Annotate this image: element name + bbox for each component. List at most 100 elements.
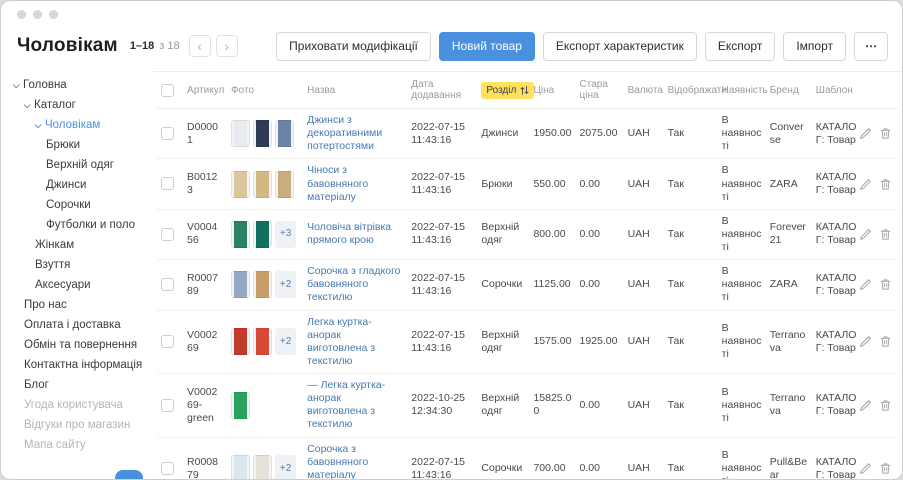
more-photos-badge[interactable]: +3 <box>275 221 296 248</box>
delete-icon[interactable] <box>879 178 892 191</box>
sidebar-item-5[interactable]: Джинси <box>1 175 153 195</box>
section-cell: Верхній одяг <box>477 209 529 259</box>
product-photo[interactable] <box>275 171 294 198</box>
delete-icon[interactable] <box>879 335 892 348</box>
product-name-link[interactable]: Джинси з декоративними потертостями <box>307 114 382 152</box>
sidebar-item-10[interactable]: Аксесуари <box>1 275 153 295</box>
delete-icon[interactable] <box>879 278 892 291</box>
sidebar-item-18[interactable]: Мапа сайту <box>1 435 153 455</box>
new-product-button[interactable]: Новий товар <box>439 32 535 61</box>
edit-icon[interactable] <box>859 127 872 140</box>
edit-icon[interactable] <box>859 462 872 475</box>
product-name-link[interactable]: Сорочка з бавовняного матеріалу притален… <box>307 443 395 480</box>
column-header-3[interactable]: Дата додавання <box>407 72 477 109</box>
column-header-8[interactable]: Відображати <box>664 72 718 109</box>
edit-icon[interactable] <box>859 278 872 291</box>
import-button[interactable]: Імпорт <box>783 32 846 61</box>
product-photo[interactable] <box>275 120 294 147</box>
product-photo[interactable] <box>253 120 272 147</box>
row-checkbox[interactable] <box>161 278 174 291</box>
product-name-link[interactable]: — Легка куртка-анорак виготовлена з текс… <box>307 379 385 430</box>
sidebar-item-label: Про нас <box>24 299 67 311</box>
sidebar-item-label: Оплата і доставка <box>24 319 121 331</box>
edit-icon[interactable] <box>859 399 872 412</box>
column-header-0[interactable]: Артикул <box>183 72 227 109</box>
column-header-9[interactable]: Наявність <box>718 72 766 109</box>
window-close-button[interactable] <box>17 10 26 19</box>
product-name-link[interactable]: Сорочка з гладкого бавовняного текстилю <box>307 265 400 303</box>
sidebar-item-12[interactable]: Оплата і доставка <box>1 315 153 335</box>
column-header-10[interactable]: Бренд <box>766 72 812 109</box>
product-photo[interactable] <box>231 221 250 248</box>
delete-icon[interactable] <box>879 462 892 475</box>
column-header-1[interactable]: Фото <box>227 72 303 109</box>
product-photo[interactable] <box>231 392 250 419</box>
export-attributes-button[interactable]: Експорт характеристик <box>543 32 697 61</box>
row-checkbox[interactable] <box>161 462 174 475</box>
product-photo[interactable] <box>253 171 272 198</box>
product-photo[interactable] <box>253 455 272 480</box>
window-minimize-button[interactable] <box>33 10 42 19</box>
column-header-2[interactable]: Назва <box>303 72 407 109</box>
price-cell: 1950.00 <box>529 109 575 159</box>
column-header-4[interactable]: Розділ <box>477 72 529 109</box>
sidebar-item-17[interactable]: Відгуки про магазин <box>1 415 153 435</box>
date-added-cell: 2022-07-1511:43:16 <box>407 437 477 480</box>
more-photos-badge[interactable]: +2 <box>275 455 296 480</box>
sidebar-item-label: Джинси <box>46 179 86 191</box>
chevron-down-icon <box>13 81 20 88</box>
sidebar-item-16[interactable]: Угода користувача <box>1 395 153 415</box>
row-checkbox[interactable] <box>161 399 174 412</box>
prev-page-button[interactable]: ‹ <box>189 35 211 57</box>
more-photos-badge[interactable]: +2 <box>275 271 296 298</box>
sidebar-item-4[interactable]: Верхній одяг <box>1 155 153 175</box>
product-photo[interactable] <box>253 271 272 298</box>
delete-icon[interactable] <box>879 127 892 140</box>
sidebar-item-2[interactable]: Чоловікам <box>1 115 153 135</box>
product-name-link[interactable]: Легка куртка-анорак виготовлена з тексти… <box>307 316 375 367</box>
delete-icon[interactable] <box>879 228 892 241</box>
sidebar-item-9[interactable]: Взуття <box>1 255 153 275</box>
more-photos-badge[interactable]: +2 <box>275 328 296 355</box>
sidebar-item-0[interactable]: Головна <box>1 75 153 95</box>
row-checkbox[interactable] <box>161 177 174 190</box>
row-checkbox[interactable] <box>161 127 174 140</box>
column-header-7[interactable]: Валюта <box>624 72 664 109</box>
edit-icon[interactable] <box>859 228 872 241</box>
product-photo[interactable] <box>231 171 250 198</box>
product-photo[interactable] <box>253 328 272 355</box>
edit-icon[interactable] <box>859 178 872 191</box>
product-name-link[interactable]: Чіноси з бавовняного матеріалу <box>307 164 368 202</box>
sidebar-item-11[interactable]: Про нас <box>1 295 153 315</box>
product-photo[interactable] <box>231 271 250 298</box>
sidebar-item-8[interactable]: Жінкам <box>1 235 153 255</box>
next-page-button[interactable]: › <box>216 35 238 57</box>
window-maximize-button[interactable] <box>49 10 58 19</box>
sidebar-item-6[interactable]: Сорочки <box>1 195 153 215</box>
product-photo[interactable] <box>231 455 250 480</box>
sidebar-item-7[interactable]: Футболки и поло <box>1 215 153 235</box>
chat-widget-button[interactable] <box>115 470 143 480</box>
pagination-total: з 18 <box>159 40 179 52</box>
column-header-11[interactable]: Шаблон <box>812 72 864 109</box>
delete-icon[interactable] <box>879 399 892 412</box>
sidebar-item-15[interactable]: Блог <box>1 375 153 395</box>
row-checkbox[interactable] <box>161 335 174 348</box>
edit-icon[interactable] <box>859 335 872 348</box>
export-button[interactable]: Експорт <box>705 32 775 61</box>
product-photo[interactable] <box>231 328 250 355</box>
currency-cell: UAH <box>624 109 664 159</box>
sidebar-item-14[interactable]: Контактна інформація <box>1 355 153 375</box>
column-header-6[interactable]: Стара ціна <box>576 72 624 109</box>
sidebar-item-1[interactable]: Каталог <box>1 95 153 115</box>
hide-modifications-button[interactable]: Приховати модифікації <box>276 32 431 61</box>
column-header-5[interactable]: Ціна <box>529 72 575 109</box>
more-actions-button[interactable]: ⋯ <box>854 32 888 61</box>
product-photo[interactable] <box>253 221 272 248</box>
product-name-link[interactable]: Чоловіча вітрівка прямого крою <box>307 221 391 246</box>
sidebar-item-3[interactable]: Брюки <box>1 135 153 155</box>
row-checkbox[interactable] <box>161 228 174 241</box>
select-all-checkbox[interactable] <box>161 84 174 97</box>
product-photo[interactable] <box>231 120 250 147</box>
sidebar-item-13[interactable]: Обмін та повернення <box>1 335 153 355</box>
